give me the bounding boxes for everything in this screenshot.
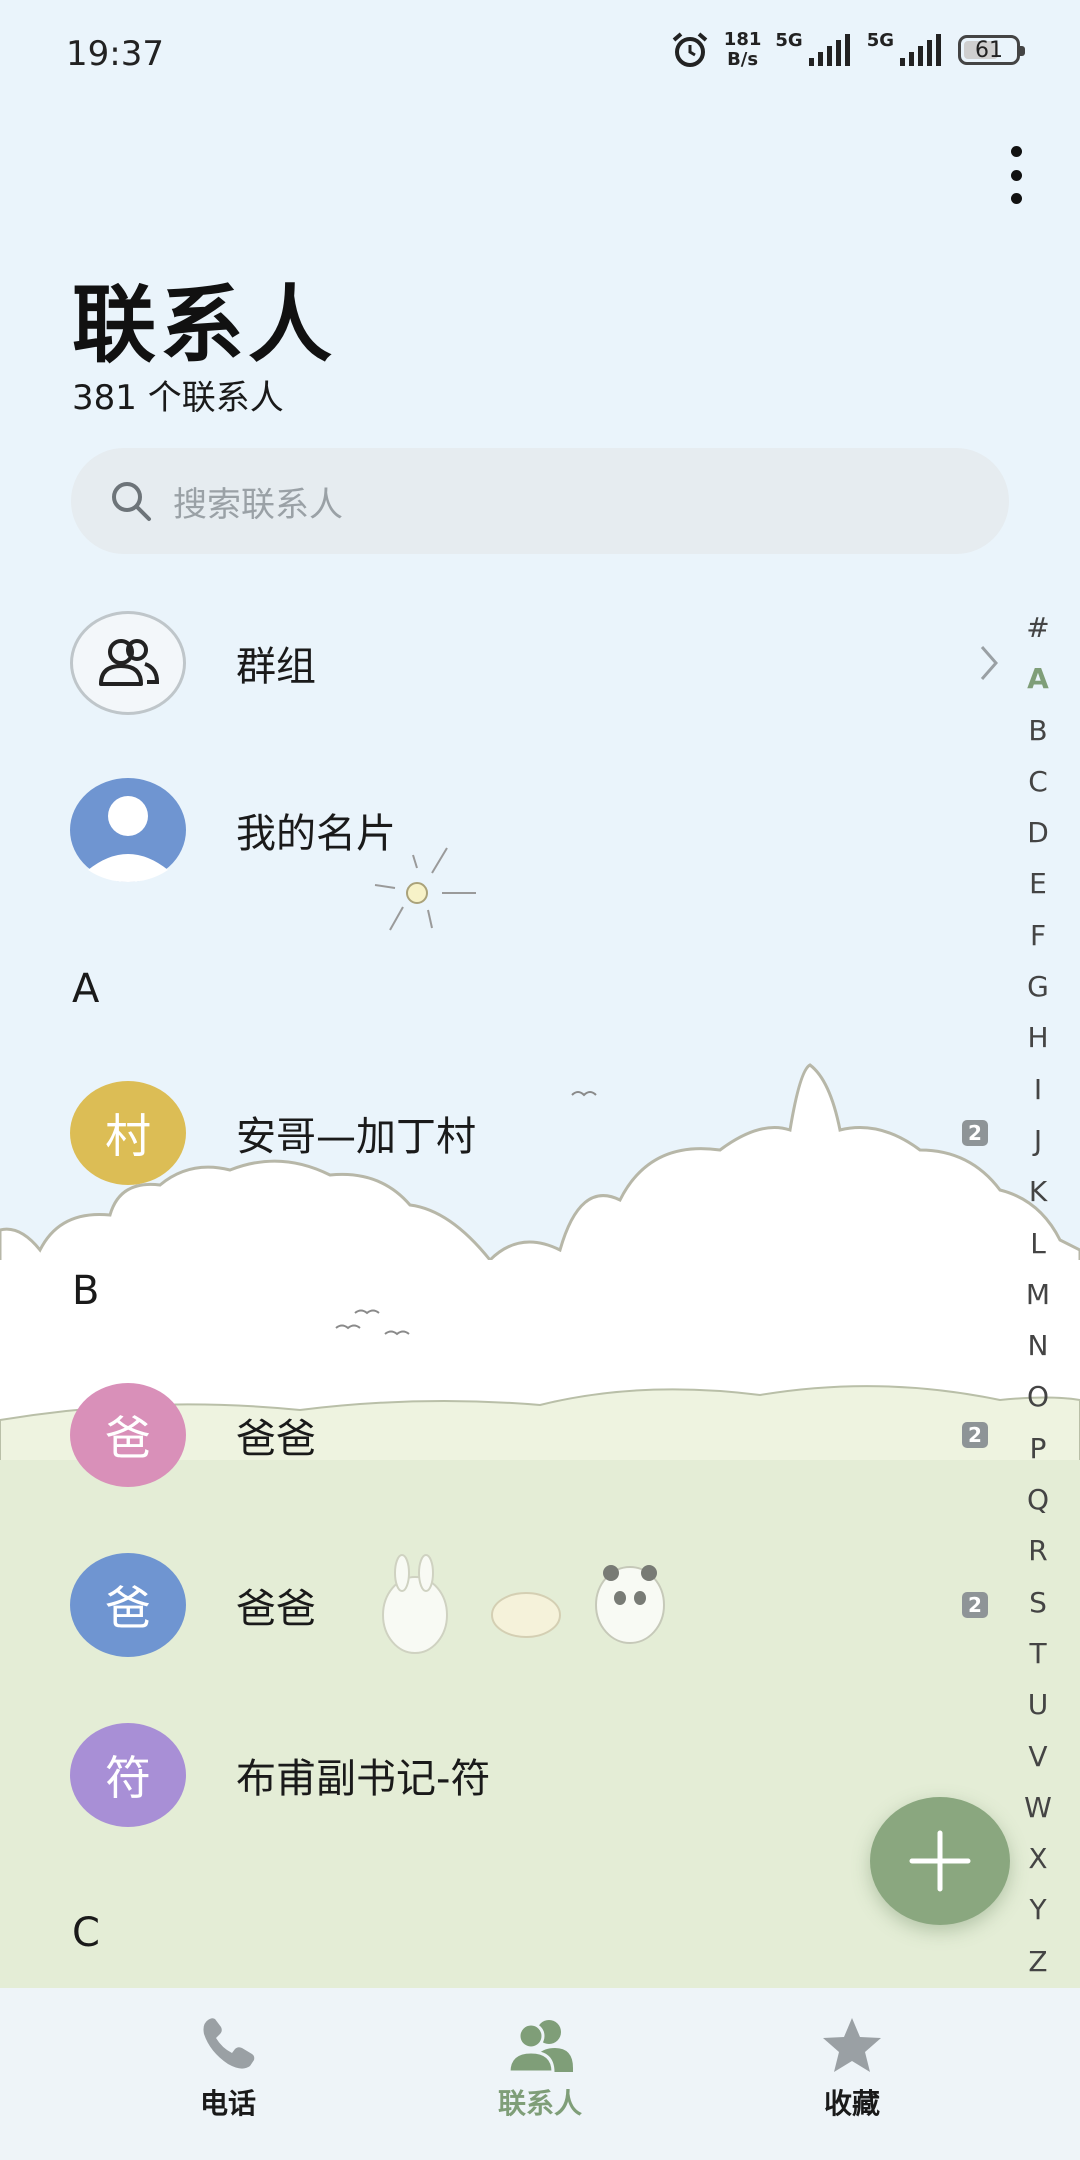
search-placeholder: 搜索联系人: [173, 484, 343, 525]
group-icon: [99, 639, 160, 686]
index-letter[interactable]: F: [1030, 910, 1046, 961]
index-letter[interactable]: #: [1026, 602, 1049, 653]
index-letter[interactable]: O: [1027, 1371, 1049, 1422]
index-letter[interactable]: H: [1027, 1012, 1048, 1063]
alphabet-index[interactable]: # A B C D E F G H I J K L M N O P Q R S T U V W X Y Z: [1010, 602, 1066, 1987]
contact-row[interactable]: 符 布甫副书记-符: [0, 1720, 1010, 1830]
my-card-label: 我的名片: [236, 811, 396, 857]
more-vertical-icon-dot-2: [1010, 169, 1022, 181]
contact-avatar: 爸: [70, 1383, 186, 1487]
contact-count-badge: 2: [962, 1592, 988, 1618]
alarm-icon: [672, 32, 708, 67]
contact-avatar: 爸: [70, 1553, 186, 1657]
status-icons: 181 B/s 5G 5G 61: [670, 30, 1025, 70]
contact-avatar: 村: [70, 1081, 186, 1185]
nav-contacts-label: 联系人: [497, 2087, 582, 2120]
plus-icon: [909, 1830, 971, 1892]
index-letter[interactable]: G: [1027, 961, 1049, 1012]
signal-sim1-icon: [808, 34, 850, 66]
nav-phone-label: 电话: [199, 2087, 256, 2120]
nav-contacts[interactable]: 联系人: [440, 2016, 640, 2122]
index-letter[interactable]: C: [1028, 756, 1048, 807]
network-speed: 181 B/s: [724, 30, 762, 70]
search-input[interactable]: 搜索联系人: [71, 448, 1009, 554]
groups-row[interactable]: 群组: [0, 608, 1010, 718]
section-header-c: C: [72, 1910, 100, 1956]
index-letter[interactable]: Q: [1027, 1474, 1049, 1525]
contacts-icon: [507, 2020, 573, 2074]
chevron-right-icon: [980, 646, 998, 680]
battery-level: 61: [975, 37, 1003, 63]
groups-label: 群组: [236, 644, 316, 690]
contact-row[interactable]: 爸 爸爸 2: [0, 1380, 1010, 1490]
contact-row[interactable]: 爸 爸爸 2: [0, 1550, 1010, 1660]
phone-icon: [203, 2018, 255, 2069]
index-letter[interactable]: S: [1029, 1577, 1047, 1628]
nav-favorites[interactable]: 收藏: [752, 2016, 952, 2122]
page-title: 联系人: [72, 276, 337, 374]
index-letter[interactable]: E: [1029, 858, 1047, 909]
index-letter[interactable]: A: [1027, 653, 1049, 704]
nav-favorites-label: 收藏: [823, 2087, 880, 2120]
status-bar: 19:37 181 B/s 5G 5G 61: [0, 0, 1080, 110]
contact-count-badge: 2: [962, 1120, 988, 1146]
index-letter[interactable]: I: [1034, 1064, 1042, 1115]
star-icon: [823, 2018, 881, 2072]
index-letter[interactable]: U: [1028, 1679, 1049, 1730]
index-letter[interactable]: X: [1028, 1833, 1047, 1884]
index-letter[interactable]: R: [1028, 1525, 1047, 1576]
contact-name: 安哥—加丁村: [236, 1114, 476, 1160]
contact-count: 381 个联系人: [72, 378, 284, 418]
section-header-a: A: [72, 966, 100, 1012]
contact-name: 爸爸: [236, 1586, 316, 1632]
nav-phone[interactable]: 电话: [128, 2016, 328, 2122]
search-icon: [112, 482, 151, 521]
contact-avatar: 符: [70, 1723, 186, 1827]
more-options-button[interactable]: [996, 140, 1036, 210]
index-letter[interactable]: D: [1027, 807, 1049, 858]
more-vertical-icon-dot-1: [1010, 146, 1022, 157]
sim1-network-label: 5G: [775, 30, 803, 51]
add-contact-button[interactable]: [870, 1797, 1010, 1925]
network-speed-value: 181: [723, 29, 762, 50]
index-letter[interactable]: K: [1029, 1166, 1047, 1217]
index-letter[interactable]: Y: [1029, 1884, 1046, 1935]
battery-indicator: 61: [958, 35, 1025, 65]
my-card-avatar: [70, 778, 186, 882]
status-time: 19:37: [66, 34, 164, 74]
index-letter[interactable]: V: [1028, 1731, 1047, 1782]
index-letter[interactable]: W: [1024, 1782, 1052, 1833]
contact-count-badge: 2: [962, 1422, 988, 1448]
sim2-network-label: 5G: [866, 30, 894, 51]
index-letter[interactable]: L: [1030, 1218, 1046, 1269]
index-letter[interactable]: N: [1028, 1320, 1049, 1371]
my-card-row[interactable]: 我的名片: [0, 775, 1010, 885]
contact-row[interactable]: 村 安哥—加丁村 2: [0, 1078, 1010, 1188]
contact-name: 爸爸: [236, 1416, 316, 1462]
index-letter[interactable]: T: [1029, 1628, 1046, 1679]
section-header-b: B: [72, 1268, 100, 1314]
index-letter[interactable]: Z: [1028, 1936, 1047, 1987]
signal-sim2-icon: [900, 34, 941, 66]
index-letter[interactable]: M: [1026, 1269, 1050, 1320]
group-avatar: [70, 611, 186, 715]
index-letter[interactable]: P: [1030, 1423, 1047, 1474]
person-icon: [88, 796, 168, 882]
index-letter[interactable]: J: [1034, 1115, 1042, 1166]
network-speed-unit: B/s: [727, 49, 759, 70]
bottom-navigation: 电话 联系人 收藏: [0, 1988, 1080, 2160]
index-letter[interactable]: B: [1028, 705, 1047, 756]
more-vertical-icon-dot-3: [1010, 193, 1022, 204]
contact-name: 布甫副书记-符: [236, 1756, 491, 1802]
